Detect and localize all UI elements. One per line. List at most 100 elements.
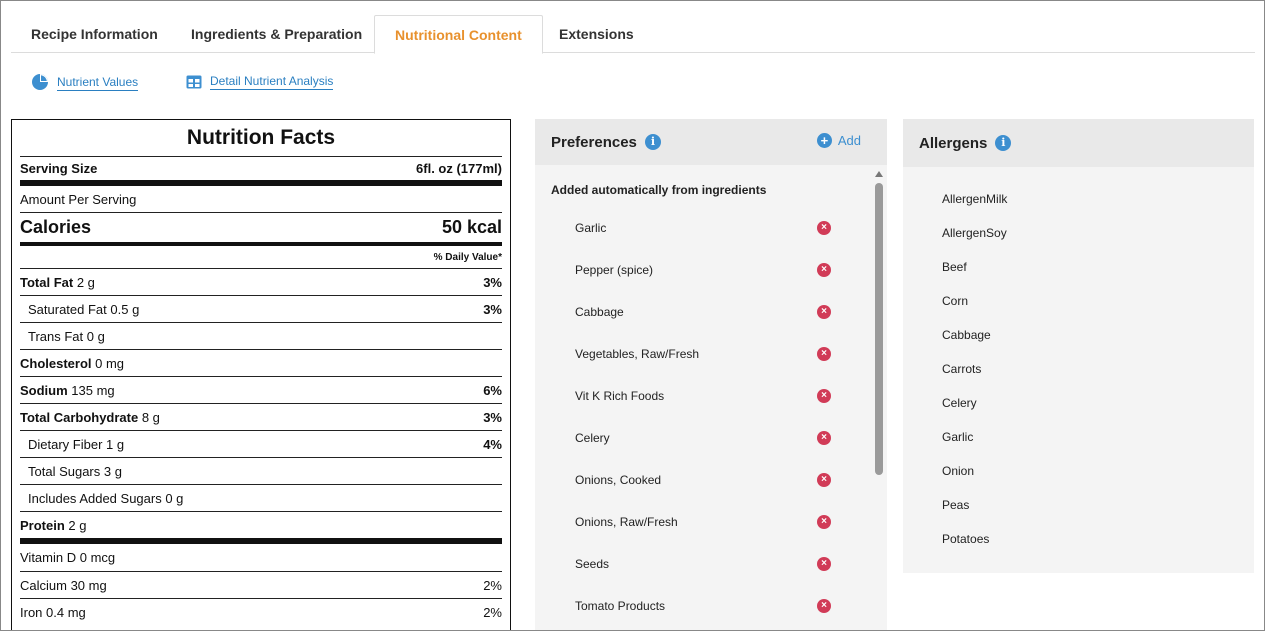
tab-recipe-information[interactable]: Recipe Information [11, 15, 178, 53]
nutrient-row: Includes Added Sugars 0 g [20, 484, 502, 511]
nutrient-amount: Includes Added Sugars 0 g [28, 490, 184, 506]
calories-value: 50 kcal [441, 217, 502, 237]
scroll-up-arrow-icon[interactable] [875, 171, 883, 177]
preference-item: Vit K Rich Foods × [535, 375, 875, 417]
preferences-panel: Preferences i + Add Added automatically … [535, 119, 887, 630]
preference-item: Celery × [535, 417, 875, 459]
allergen-item: Garlic [942, 430, 974, 444]
remove-x-icon[interactable]: × [817, 599, 831, 613]
remove-x-icon[interactable]: × [817, 431, 831, 445]
remove-x-icon[interactable]: × [817, 263, 831, 277]
nutrient-name: Protein [20, 517, 65, 533]
preferences-list: Garlic × Pepper (spice) × Cabbage × Vegetables… [535, 207, 875, 627]
allergen-item: Carrots [942, 362, 982, 376]
allergen-item: Corn [942, 294, 969, 308]
preference-item: Pepper (spice) × [535, 249, 875, 291]
vitamin-label: Calcium 30 mg [20, 577, 107, 593]
table-grid-icon [186, 75, 202, 88]
preference-label: Onions, Cooked [575, 473, 662, 487]
nutrient-amount: 2 g [73, 274, 95, 290]
allergen-item: Onion [942, 464, 975, 478]
preference-label: Vit K Rich Foods [575, 389, 665, 403]
nutrient-row: Cholesterol 0 mg [20, 349, 502, 376]
nutrient-row: Protein 2 g [20, 511, 502, 538]
preference-item: Onions, Cooked × [535, 459, 875, 501]
tab-extensions[interactable]: Extensions [539, 15, 654, 53]
scroll-thumb[interactable] [875, 183, 883, 475]
nutrient-daily-value: 6% [483, 382, 502, 398]
nutrient-amount: 8 g [138, 409, 160, 425]
preferences-subtitle: Added automatically from ingredients [551, 183, 767, 197]
nutrient-row: Trans Fat 0 g [20, 322, 502, 349]
remove-x-icon[interactable]: × [817, 473, 831, 487]
allergen-item: Celery [942, 396, 977, 410]
serving-size-row: Serving Size 6fl. oz (177ml) [20, 156, 502, 180]
nutrient-row: Total Sugars 3 g [20, 457, 502, 484]
vitamin-daily-value: 2% [483, 577, 502, 593]
nutrition-facts-title: Nutrition Facts [186, 126, 336, 149]
remove-x-icon[interactable]: × [817, 305, 831, 319]
allergen-item: Potatoes [942, 532, 990, 546]
nutrient-label: Total Carbohydrate 8 g [20, 410, 160, 425]
preference-item: Cabbage × [535, 291, 875, 333]
nutrient-amount: 2 g [64, 517, 87, 533]
tab-nutritional-content[interactable]: Nutritional Content [374, 15, 543, 54]
pie-chart-icon [32, 74, 48, 90]
preference-item: Tomato Products × [535, 585, 875, 627]
preference-label: Garlic [575, 221, 607, 235]
allergens-title: Allergens [919, 134, 988, 152]
nutrient-amount: Trans Fat 0 g [28, 328, 105, 344]
add-preference-button[interactable]: + Add [816, 133, 861, 148]
preference-item: Seeds × [535, 543, 875, 585]
allergen-item: Cabbage [942, 328, 991, 342]
calories-row: Calories 50 kcal [20, 212, 502, 242]
remove-x-icon[interactable]: × [817, 347, 831, 361]
nutrient-daily-value: 3% [483, 409, 502, 425]
plus-circle-icon: + [816, 133, 832, 148]
vitamin-row: Vitamin D 0 mcg [20, 544, 502, 571]
allergens-panel: Allergens i AllergenMilk AllergenSoy Beef C… [903, 119, 1254, 573]
daily-value-label: % Daily Value* [433, 251, 502, 263]
serving-size-label: Serving Size [20, 161, 98, 176]
preference-label: Cabbage [575, 305, 624, 319]
add-label: Add [837, 133, 861, 148]
vitamin-daily-value: 2% [483, 604, 502, 620]
nutrient-label: Includes Added Sugars 0 g [20, 491, 183, 506]
nutrient-amount: Saturated Fat 0.5 g [28, 301, 140, 317]
nutrient-values-label: Nutrient Values [57, 74, 139, 91]
nutrient-label: Protein 2 g [20, 518, 86, 533]
tab-bar: Recipe Information Ingredients & Prepara… [11, 15, 1255, 54]
preference-label: Pepper (spice) [575, 263, 654, 277]
vitamin-row: Calcium 30 mg 2% [20, 571, 502, 598]
allergen-item: AllergenSoy [942, 226, 1007, 240]
detail-nutrient-analysis-label: Detail Nutrient Analysis [210, 74, 334, 90]
vitamin-row: Iron 0.4 mg 2% [20, 598, 502, 625]
info-icon[interactable]: i [995, 135, 1012, 151]
nutrient-label: Dietary Fiber 1 g [20, 437, 124, 452]
tab-ingredients-preparation[interactable]: Ingredients & Preparation [171, 15, 382, 53]
nutrient-values-link[interactable]: Nutrient Values [31, 73, 139, 91]
daily-value-header: % Daily Value* [20, 246, 502, 268]
allergen-item: Beef [942, 260, 967, 274]
preferences-scrollbar[interactable] [875, 171, 883, 630]
detail-nutrient-analysis-link[interactable]: Detail Nutrient Analysis [186, 73, 334, 90]
nutrient-row: Dietary Fiber 1 g 4% [20, 430, 502, 457]
nutrient-name: Cholesterol [20, 355, 92, 371]
nutrient-row: Total Fat 2 g 3% [20, 268, 502, 295]
allergen-item: AllergenMilk [942, 192, 1008, 206]
remove-x-icon[interactable]: × [817, 557, 831, 571]
remove-x-icon[interactable]: × [817, 515, 831, 529]
serving-size-value: 6fl. oz (177ml) [416, 161, 502, 176]
amount-per-serving-label: Amount Per Serving [20, 191, 137, 207]
nutrient-row: Total Carbohydrate 8 g 3% [20, 403, 502, 430]
calories-label: Calories [20, 217, 92, 237]
preferences-header: Preferences i + Add [535, 119, 887, 165]
remove-x-icon[interactable]: × [817, 221, 831, 235]
nutrient-name: Total Fat [20, 274, 74, 290]
nutrient-label: Total Fat 2 g [20, 275, 95, 290]
nutrient-amount: 135 mg [67, 382, 115, 398]
preference-label: Seeds [575, 557, 610, 571]
remove-x-icon[interactable]: × [817, 389, 831, 403]
info-icon[interactable]: i [644, 134, 661, 150]
allergens-header: Allergens i [903, 119, 1254, 167]
